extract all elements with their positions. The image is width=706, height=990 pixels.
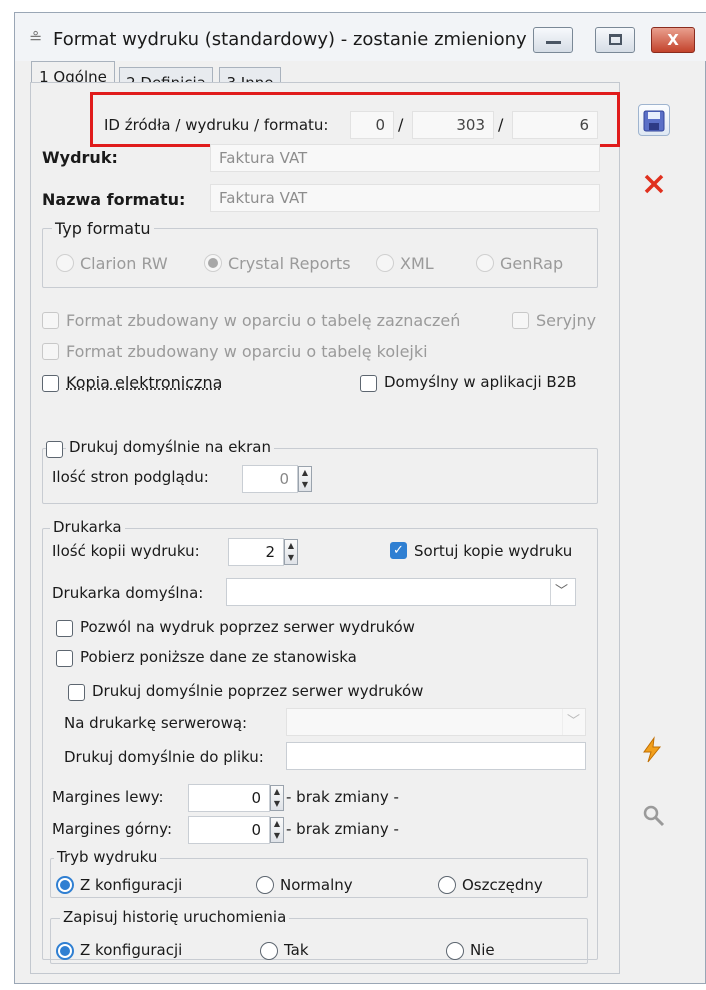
file-label: Drukuj domyślnie do pliku:	[64, 748, 264, 766]
radio-label: Tak	[284, 941, 309, 959]
radio-label: Z konfiguracji	[80, 941, 183, 959]
radio-genrap[interactable]	[476, 254, 494, 272]
save-icon	[643, 110, 665, 132]
radio-tryb-konfiguracja[interactable]	[56, 876, 74, 894]
server-printer-label: Na drukarkę serwerową:	[64, 714, 248, 732]
radio-tryb-oszczedny[interactable]	[438, 876, 456, 894]
search-icon	[643, 805, 665, 827]
checkbox-label: Format zbudowany w oparciu o tabelę kole…	[66, 342, 428, 361]
radio-label: GenRap	[500, 254, 564, 273]
radio-label: Oszczędny	[462, 876, 543, 894]
radio-clarion[interactable]	[56, 254, 74, 272]
margin-top-input[interactable]: 0	[188, 816, 270, 844]
checkbox-label: Pozwól na wydruk poprzez serwer wydruków	[80, 618, 415, 636]
chevron-down-icon[interactable]: ﹀	[562, 709, 584, 735]
margin-left-stepper[interactable]: ▲ ▼	[270, 785, 284, 811]
server-printer-select[interactable]	[286, 708, 586, 736]
window-title: Format wydruku (standardowy) - zostanie …	[53, 29, 527, 50]
sortuj-kopie-checkbox[interactable]: ✓	[390, 542, 407, 559]
copies-stepper[interactable]: ▲ ▼	[284, 539, 298, 565]
chevron-down-icon[interactable]: ﹀	[550, 579, 572, 605]
checkbox-label: Drukuj domyślnie na ekran	[66, 438, 274, 456]
search-button[interactable]	[638, 800, 670, 832]
radio-tryb-normalny[interactable]	[256, 876, 274, 894]
close-button[interactable]: X	[651, 27, 695, 53]
nazwa-formatu-label: Nazwa formatu:	[42, 190, 186, 209]
seryjny-checkbox[interactable]	[512, 312, 529, 329]
title-bar: ≗ Format wydruku (standardowy) - zostani…	[15, 13, 706, 61]
pages-stepper[interactable]: ▲ ▼	[298, 466, 312, 492]
wydruk-label: Wydruk:	[42, 148, 118, 167]
close-icon: X	[667, 31, 679, 49]
format-kolejki-checkbox[interactable]	[42, 343, 59, 360]
drukarka-title: Drukarka	[50, 518, 125, 536]
radio-label: XML	[400, 254, 434, 273]
radio-label: Nie	[470, 941, 495, 959]
radio-xml[interactable]	[376, 254, 394, 272]
copies-label: Ilość kopii wydruku:	[52, 542, 200, 560]
margin-top-stepper[interactable]: ▲ ▼	[270, 817, 284, 843]
checkbox-label: Format zbudowany w oparciu o tabelę zazn…	[66, 311, 461, 330]
kopia-elektroniczna-checkbox[interactable]	[42, 375, 59, 392]
radio-label: Crystal Reports	[228, 254, 351, 273]
margin-left-input[interactable]: 0	[188, 784, 270, 812]
app-icon: ≗	[29, 28, 43, 47]
domyslny-b2b-checkbox[interactable]	[360, 375, 377, 392]
radio-historia-tak[interactable]	[260, 942, 278, 960]
margin-top-label: Margines górny:	[52, 820, 172, 838]
checkbox-label: Sortuj kopie wydruku	[414, 542, 573, 560]
radio-label: Normalny	[280, 876, 353, 894]
margin-left-note: - brak zmiany -	[286, 788, 399, 806]
pages-input[interactable]: 0	[242, 465, 298, 493]
nazwa-formatu-field: Faktura VAT	[210, 184, 600, 212]
file-input[interactable]	[286, 742, 586, 770]
checkbox-label: Seryjny	[536, 311, 597, 330]
default-printer-label: Drukarka domyślna:	[52, 584, 204, 602]
maximize-icon	[609, 34, 622, 45]
radio-historia-konfiguracja[interactable]	[56, 942, 74, 960]
margin-left-label: Margines lewy:	[52, 788, 164, 806]
checkbox-label: Kopia elektroniczna	[66, 373, 223, 392]
server-allow-checkbox[interactable]	[56, 620, 73, 637]
pages-label: Ilość stron podglądu:	[52, 468, 209, 486]
minimize-button[interactable]	[533, 27, 573, 53]
historia-title: Zapisuj historię uruchomienia	[60, 908, 290, 926]
radio-label: Clarion RW	[80, 254, 168, 273]
checkbox-label: Drukuj domyślnie poprzez serwer wydruków	[92, 682, 424, 700]
radio-label: Z konfiguracji	[80, 876, 183, 894]
tryb-wydruku-title: Tryb wydruku	[54, 848, 161, 866]
checkbox-label: Pobierz poniższe dane ze stanowiska	[80, 648, 357, 666]
id-highlight-box	[90, 92, 620, 147]
minimize-icon	[546, 41, 561, 44]
default-printer-select[interactable]	[226, 578, 576, 606]
format-zaznaczen-checkbox[interactable]	[42, 312, 59, 329]
maximize-button[interactable]	[595, 27, 635, 53]
drukuj-ekran-checkbox[interactable]	[46, 441, 63, 458]
copies-input[interactable]: 2	[228, 538, 284, 566]
radio-crystal[interactable]	[204, 254, 222, 272]
typ-formatu-title: Typ formatu	[52, 219, 154, 238]
cancel-button[interactable]	[638, 168, 670, 200]
lightning-icon	[643, 736, 662, 763]
wydruk-field: Faktura VAT	[210, 144, 600, 172]
lightning-button[interactable]	[636, 734, 668, 766]
checkbox-label: Domyślny w aplikacji B2B	[384, 373, 577, 391]
radio-historia-nie[interactable]	[446, 942, 464, 960]
server-default-checkbox[interactable]	[68, 684, 85, 701]
fetch-data-checkbox[interactable]	[56, 650, 73, 667]
margin-top-note: - brak zmiany -	[286, 820, 399, 838]
save-button[interactable]	[638, 104, 670, 136]
cancel-icon	[644, 174, 664, 194]
